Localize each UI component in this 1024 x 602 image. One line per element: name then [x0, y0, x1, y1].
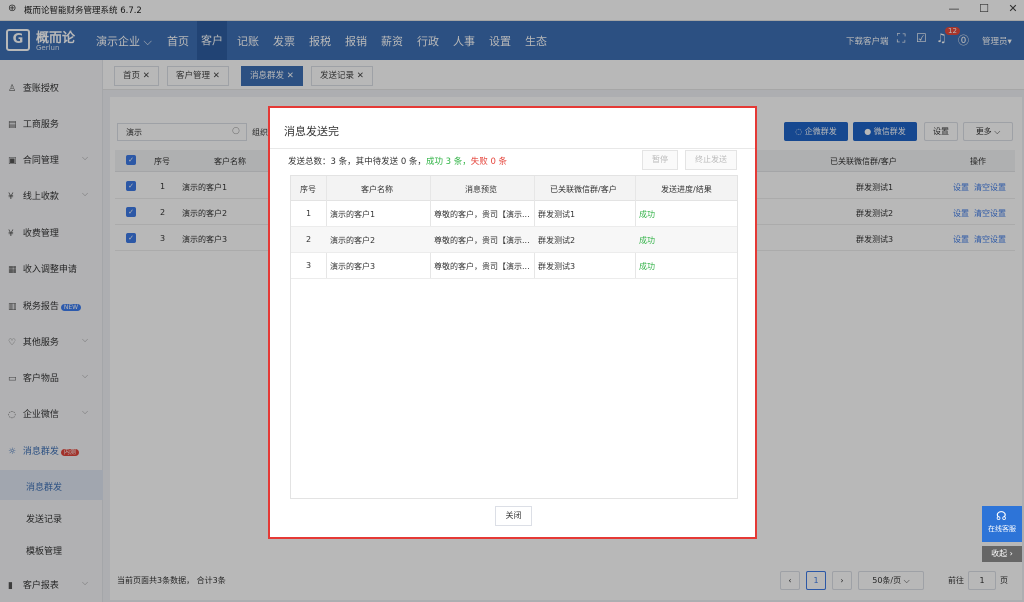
pause-button[interactable]: 暂停 — [642, 150, 678, 170]
row-status: 成功 — [639, 236, 655, 245]
col-progress: 发送进度/结果 — [661, 185, 712, 194]
col-name: 客户名称 — [361, 185, 393, 194]
row-name: 演示的客户1 — [330, 210, 376, 219]
headset-icon: ☊ — [996, 509, 1007, 523]
close-button[interactable]: 关闭 — [495, 506, 532, 526]
col-preview: 消息预览 — [465, 185, 497, 194]
fold-button[interactable]: 收起 › — [982, 546, 1022, 562]
row-group: 群发测试2 — [538, 236, 576, 245]
stop-send-button[interactable]: 终止发送 — [685, 150, 737, 170]
row-index: 1 — [306, 209, 312, 218]
row-status: 成功 — [639, 210, 655, 219]
send-summary: 发送总数：3 条，其中待发送 0 条，成功 3 条，失败 0 条 — [288, 157, 508, 167]
row-name: 演示的客户2 — [330, 236, 376, 245]
col-index: 序号 — [300, 185, 316, 194]
row-preview: 尊敬的客户，贵司【演示... — [434, 236, 530, 245]
row-index: 2 — [306, 235, 312, 244]
row-index: 3 — [306, 261, 312, 270]
table-row: 1 演示的客户1 尊敬的客户，贵司【演示... 群发测试1 成功 — [291, 201, 737, 227]
row-status: 成功 — [639, 262, 655, 271]
table-row: 2 演示的客户2 尊敬的客户，贵司【演示... 群发测试2 成功 — [291, 227, 737, 253]
row-preview: 尊敬的客户，贵司【演示... — [434, 210, 530, 219]
divider — [270, 148, 755, 149]
online-service-button[interactable]: ☊ 在线客服 — [982, 506, 1022, 542]
row-name: 演示的客户3 — [330, 262, 376, 271]
dialog-title: 消息发送完 — [284, 125, 339, 138]
result-table: 序号 客户名称 消息预览 已关联微信群/客户 发送进度/结果 1 演示的客户1 … — [290, 175, 738, 499]
col-group: 已关联微信群/客户 — [550, 185, 617, 194]
table-row: 3 演示的客户3 尊敬的客户，贵司【演示... 群发测试3 成功 — [291, 253, 737, 279]
row-group: 群发测试1 — [538, 210, 576, 219]
row-preview: 尊敬的客户，贵司【演示... — [434, 262, 530, 271]
send-complete-dialog: 消息发送完 发送总数：3 条，其中待发送 0 条，成功 3 条，失败 0 条 暂… — [268, 106, 757, 539]
row-group: 群发测试3 — [538, 262, 576, 271]
